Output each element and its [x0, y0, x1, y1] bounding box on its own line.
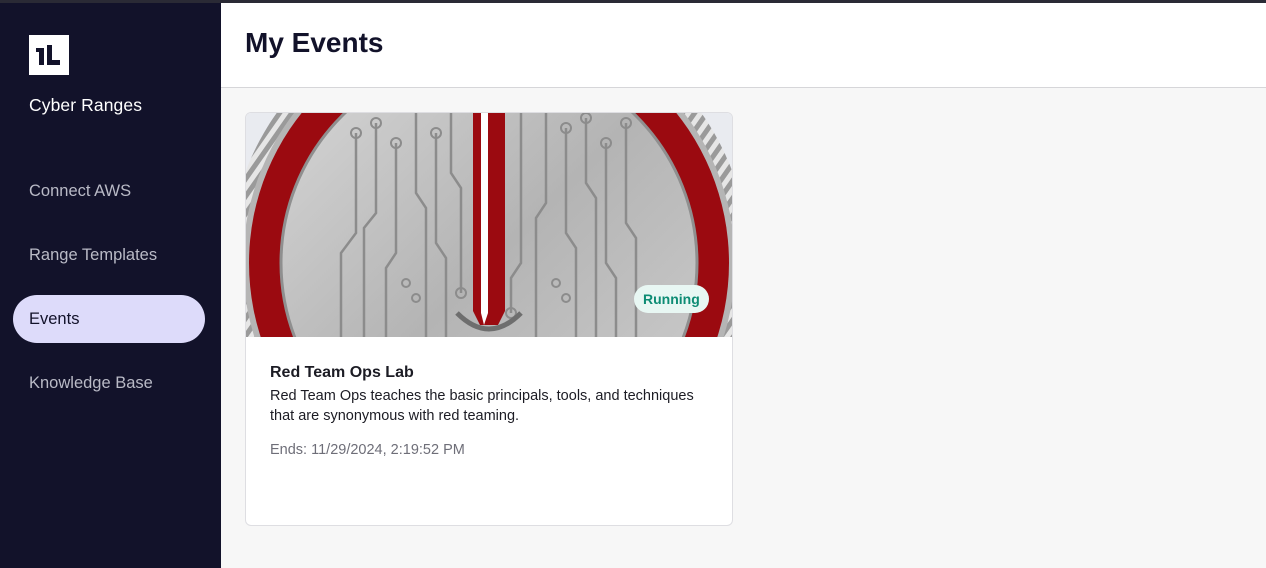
event-description: Red Team Ops teaches the basic principal…: [270, 388, 694, 424]
event-title: Red Team Ops Lab: [270, 364, 414, 381]
red-team-coin-image: Running: [246, 113, 732, 337]
event-end-time: Ends: 11/29/2024, 2:19:52 PM: [270, 442, 465, 458]
sidebar-item-range-templates[interactable]: Range Templates: [13, 231, 205, 279]
page-header: My Events: [221, 3, 1266, 88]
event-card[interactable]: Running Red Team Ops Lab Red Team Ops te…: [245, 112, 733, 526]
sidebar-item-knowledge-base[interactable]: Knowledge Base: [13, 359, 205, 407]
page-title: My Events: [245, 27, 384, 58]
sidebar: Cyber Ranges Connect AWS Range Templates…: [0, 3, 221, 568]
il-logo-icon[interactable]: [29, 35, 69, 75]
brand-name: Cyber Ranges: [29, 95, 143, 115]
status-badge: Running: [634, 285, 709, 313]
sidebar-item-events[interactable]: Events: [13, 295, 205, 343]
sidebar-item-connect-aws[interactable]: Connect AWS: [13, 167, 205, 215]
